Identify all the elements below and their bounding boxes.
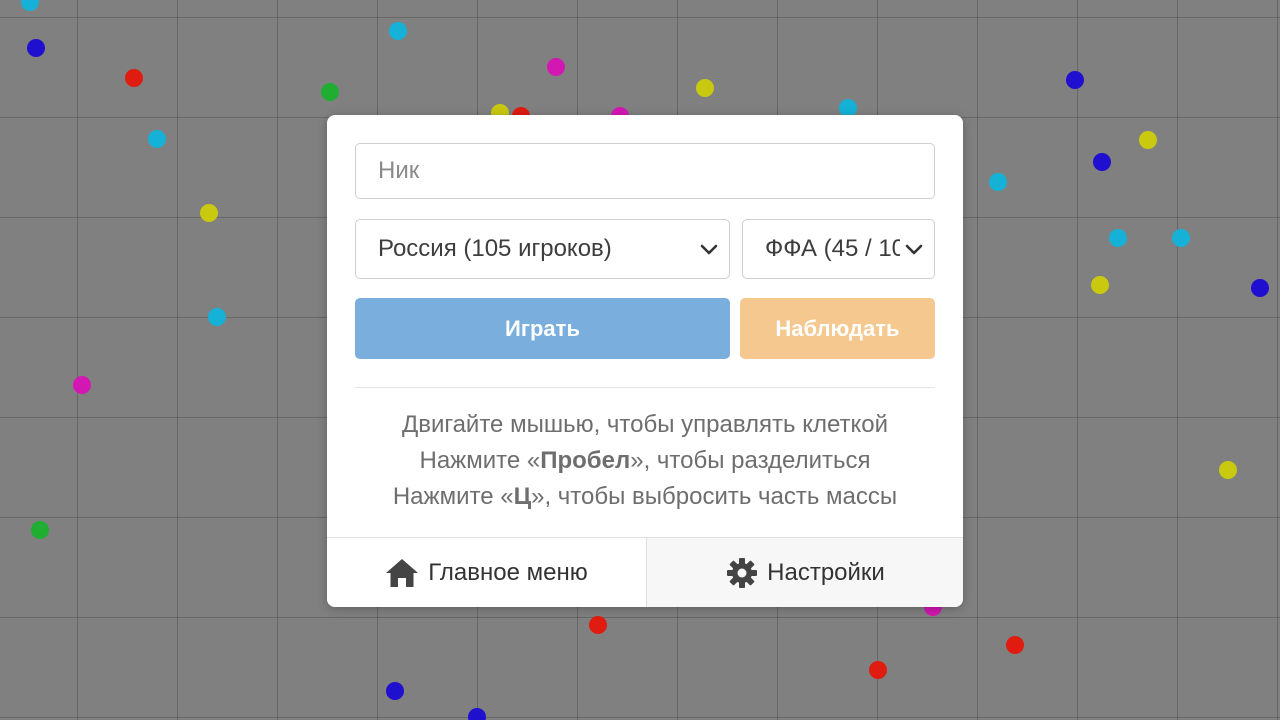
divider (355, 387, 935, 388)
eject-key: Ц (513, 483, 532, 510)
food-pellet (869, 661, 887, 679)
food-pellet (1091, 276, 1109, 294)
food-pellet (1139, 131, 1157, 149)
food-pellet (696, 79, 714, 97)
food-pellet (73, 376, 91, 394)
food-pellet (321, 83, 339, 101)
food-pellet (200, 204, 218, 222)
food-pellet (31, 521, 49, 539)
food-pellet (989, 173, 1007, 191)
food-pellet (386, 682, 404, 700)
spectate-button[interactable]: Наблюдать (740, 298, 935, 359)
instruction-eject: Нажмите «Ц», чтобы выбросить часть массы (392, 483, 898, 510)
food-pellet (208, 308, 226, 326)
game-mode-select[interactable]: ФФА (45 / 105) (742, 219, 935, 279)
menu-footer: Главное меню Настройки (327, 537, 963, 607)
food-pellet (547, 58, 565, 76)
instruction-split: Нажмите «Пробел», чтобы разделиться (419, 447, 871, 474)
main-menu-label: Главное меню (428, 559, 588, 586)
region-select[interactable]: Россия (105 игроков) (355, 219, 730, 279)
food-pellet (1006, 636, 1024, 654)
instruction-move: Двигайте мышью, чтобы управлять клеткой (401, 411, 889, 438)
food-pellet (125, 69, 143, 87)
chevron-down-icon (904, 239, 924, 259)
food-pellet (1219, 461, 1237, 479)
instructions: Двигайте мышью, чтобы управлять клеткой … (327, 407, 963, 515)
chevron-down-icon (699, 239, 719, 259)
food-pellet (1251, 279, 1269, 297)
food-pellet (1109, 229, 1127, 247)
settings-button[interactable]: Настройки (646, 538, 963, 607)
start-menu-panel: Россия (105 игроков) ФФА (45 / 105) Игра… (327, 115, 963, 607)
region-select-value: Россия (105 игроков) (378, 235, 612, 262)
settings-label: Настройки (767, 559, 885, 586)
gear-icon (727, 558, 758, 588)
food-pellet (27, 39, 45, 57)
nickname-input[interactable] (355, 143, 935, 199)
home-icon (386, 559, 419, 587)
food-pellet (589, 616, 607, 634)
main-menu-button[interactable]: Главное меню (327, 538, 646, 607)
play-button[interactable]: Играть (355, 298, 730, 359)
food-pellet (1093, 153, 1111, 171)
food-pellet (148, 130, 166, 148)
game-mode-select-value: ФФА (45 / 105) (765, 235, 900, 262)
food-pellet (1172, 229, 1190, 247)
food-pellet (468, 708, 486, 720)
food-pellet (21, 0, 39, 11)
food-pellet (1066, 71, 1084, 89)
food-pellet (389, 22, 407, 40)
split-key: Пробел (540, 447, 631, 474)
